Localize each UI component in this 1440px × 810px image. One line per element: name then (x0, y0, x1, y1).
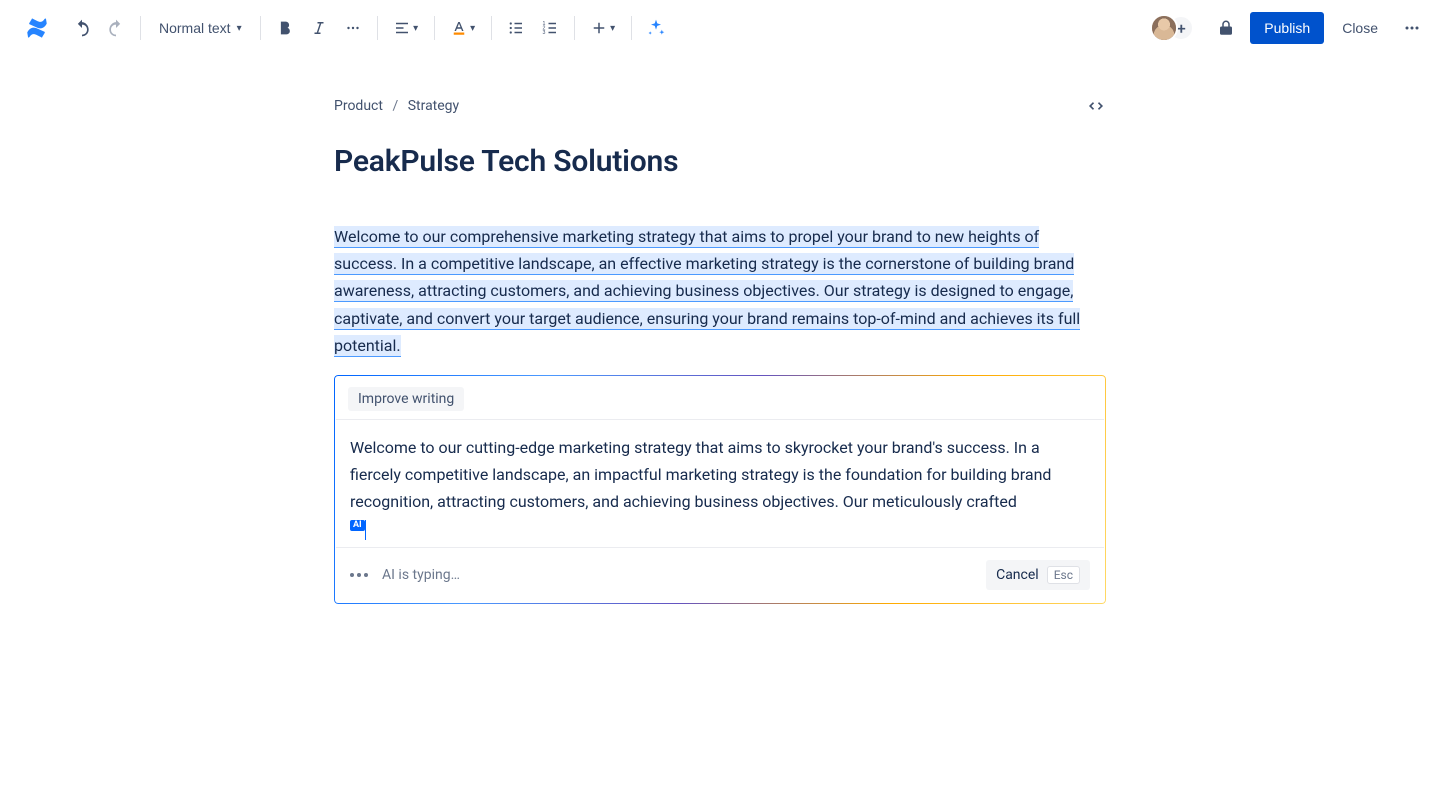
esc-key-hint: Esc (1047, 566, 1080, 584)
editor-content: Product / Strategy PeakPulse Tech Soluti… (334, 56, 1106, 604)
page-title[interactable]: PeakPulse Tech Solutions (334, 144, 1106, 179)
toolbar-divider (260, 16, 261, 40)
cancel-label: Cancel (996, 567, 1039, 583)
bullet-list-button[interactable] (500, 12, 532, 44)
chevron-down-icon: ▾ (610, 23, 615, 34)
restrictions-button[interactable] (1210, 12, 1242, 44)
text-style-label: Normal text (159, 20, 231, 36)
selected-paragraph[interactable]: Welcome to our comprehensive marketing s… (334, 223, 1106, 359)
text-style-dropdown[interactable]: Normal text ▾ (149, 12, 252, 44)
ai-badge: AI (350, 520, 365, 532)
toolbar-divider (631, 16, 632, 40)
italic-button[interactable] (303, 12, 335, 44)
ai-panel-header: Improve writing (336, 377, 1104, 420)
ai-mode-chip[interactable]: Improve writing (348, 387, 464, 411)
more-actions-button[interactable] (1396, 12, 1428, 44)
numbered-list-button[interactable]: 123 (534, 12, 566, 44)
ai-cancel-button[interactable]: Cancel Esc (986, 560, 1090, 590)
ai-assist-button[interactable] (640, 12, 672, 44)
ai-draft-text: Welcome to our cutting-edge marketing st… (350, 438, 1051, 511)
toolbar-divider (574, 16, 575, 40)
chevron-down-icon: ▾ (413, 23, 418, 34)
undo-button[interactable] (66, 12, 98, 44)
toolbar-divider (491, 16, 492, 40)
user-avatar[interactable] (1150, 14, 1178, 42)
ai-status-text: AI is typing… (382, 567, 460, 583)
close-button[interactable]: Close (1332, 12, 1388, 44)
toolbar-divider (140, 16, 141, 40)
text-color-dropdown[interactable]: ▾ (443, 12, 483, 44)
selected-text: Welcome to our comprehensive marketing s… (334, 226, 1080, 356)
chevron-down-icon: ▾ (470, 23, 475, 34)
confluence-logo-icon (24, 15, 50, 41)
editor-toolbar: Normal text ▾ ▾ ▾ (0, 0, 1440, 56)
breadcrumb: Product / Strategy (334, 98, 459, 114)
loading-dots-icon (350, 573, 368, 577)
insert-dropdown[interactable]: ▾ (583, 12, 623, 44)
more-formatting-button[interactable] (337, 12, 369, 44)
breadcrumb-separator: / (392, 98, 398, 114)
bold-button[interactable] (269, 12, 301, 44)
toolbar-divider (434, 16, 435, 40)
publish-button[interactable]: Publish (1250, 12, 1324, 44)
ai-draft-body: Welcome to our cutting-edge marketing st… (336, 420, 1104, 547)
page-width-toggle[interactable] (1086, 96, 1106, 116)
alignment-dropdown[interactable]: ▾ (386, 12, 426, 44)
redo-button[interactable] (100, 12, 132, 44)
breadcrumb-current[interactable]: Strategy (408, 98, 459, 114)
svg-text:3: 3 (542, 30, 545, 36)
chevron-down-icon: ▾ (237, 23, 242, 34)
toolbar-divider (377, 16, 378, 40)
ai-cursor (365, 520, 366, 540)
ai-panel: Improve writing Welcome to our cutting-e… (334, 375, 1106, 604)
breadcrumb-parent[interactable]: Product (334, 98, 383, 114)
ai-panel-footer: AI is typing… Cancel Esc (336, 547, 1104, 602)
